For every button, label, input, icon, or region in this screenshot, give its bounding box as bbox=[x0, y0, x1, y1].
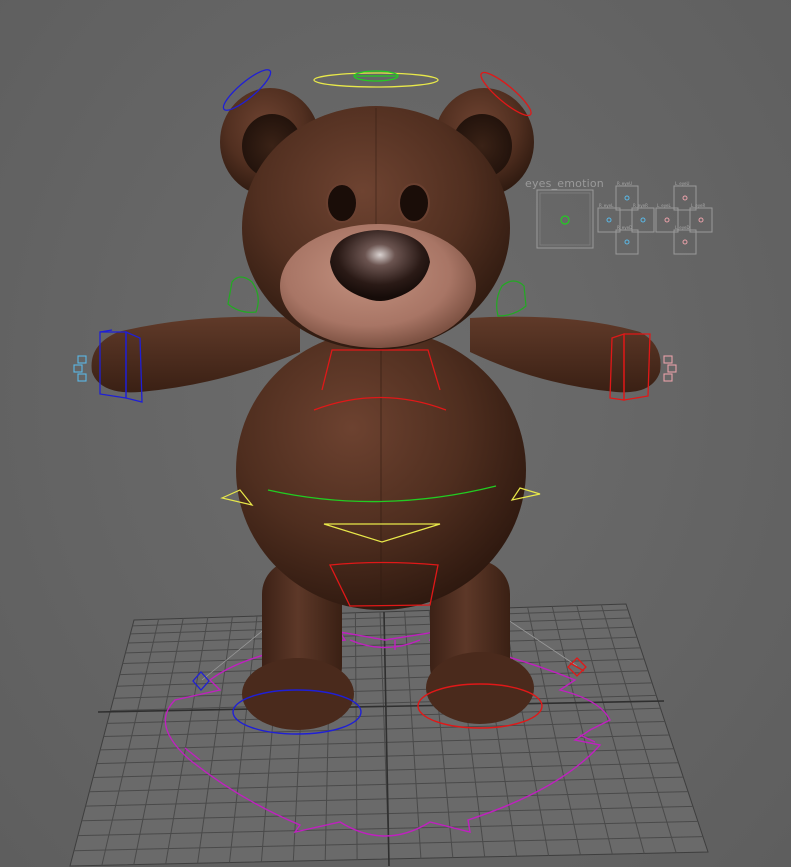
ground-grid bbox=[69, 603, 709, 867]
viewport-scene[interactable]: R_eyeU L_eyeU R_eyeL R_eyeR L_eyeL L_eye… bbox=[0, 0, 791, 867]
arm-left bbox=[91, 316, 300, 393]
finger-controls-left[interactable] bbox=[73, 355, 87, 382]
finger-controls-right[interactable] bbox=[663, 355, 677, 382]
arm-right bbox=[470, 316, 661, 393]
face-controller-box[interactable]: R_eyeU L_eyeU R_eyeL R_eyeR L_eyeL L_eye… bbox=[536, 181, 713, 255]
eye-right bbox=[398, 183, 430, 223]
3d-viewport[interactable]: R_eyeU L_eyeU R_eyeL R_eyeR L_eyeL L_eye… bbox=[0, 0, 791, 867]
head-halo-control[interactable] bbox=[313, 70, 439, 88]
mini-label: L_eyeU bbox=[675, 181, 690, 186]
mini-label: L_eyeL bbox=[657, 203, 672, 208]
mini-label: R_eyeL bbox=[599, 203, 614, 208]
mini-label: R_eyeR bbox=[633, 203, 648, 208]
mini-label: R_eyeU bbox=[617, 181, 632, 186]
clavicle-control-left[interactable] bbox=[227, 276, 259, 313]
eye-left bbox=[326, 183, 358, 223]
facial-panel-title: eyes_emotion bbox=[525, 177, 604, 190]
mini-label: L_eyeD bbox=[675, 225, 690, 230]
mini-label: L_eyeR bbox=[691, 203, 706, 208]
mini-label: R_eyeD bbox=[617, 225, 632, 230]
clavicle-control-right[interactable] bbox=[496, 280, 527, 317]
